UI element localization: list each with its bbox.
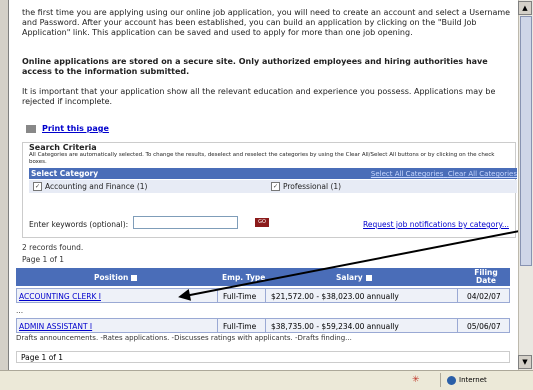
cell-divider	[457, 289, 458, 302]
security-zone: Internet	[440, 373, 531, 387]
intro-text: the first time you are applying using ou…	[22, 8, 511, 37]
go-button[interactable]: GO	[255, 218, 269, 227]
cell-divider	[265, 289, 266, 302]
position-link-admin-assistant[interactable]: ADMIN ASSISTANT I	[19, 322, 92, 331]
keyword-label: Enter keywords (optional):	[29, 220, 129, 229]
position-link-accounting-clerk[interactable]: ACCOUNTING CLERK I	[19, 292, 101, 301]
annotation-arrow-head	[176, 288, 192, 304]
page-info-top: Page 1 of 1	[22, 255, 65, 264]
zone-label: Internet	[459, 376, 487, 384]
important-text: It is important that your application sh…	[22, 87, 496, 106]
clear-all-categories-link[interactable]: Clear All Categories	[448, 170, 517, 178]
security-icon: ✳	[412, 375, 420, 385]
page-content: the first time you are applying using ou…	[22, 0, 518, 370]
category-header-title: Select Category	[31, 169, 99, 178]
row-ellipsis: ...	[16, 306, 24, 315]
print-page-link[interactable]: Print this page	[42, 124, 109, 133]
status-bar: ✳ Internet	[0, 370, 533, 390]
emp-type-cell: Full-Time	[223, 292, 257, 301]
filing-date-cell: 04/02/07	[467, 292, 501, 301]
column-position[interactable]: Position	[94, 273, 138, 282]
cell-divider	[457, 319, 458, 332]
page-info-bottom: Page 1 of 1	[16, 351, 510, 363]
printer-icon	[26, 124, 36, 133]
print-row: Print this page	[26, 124, 109, 134]
window-left-border	[0, 0, 9, 389]
search-criteria-panel: Search Criteria All Categories are autom…	[22, 142, 517, 238]
category-label-accounting: Accounting and Finance (1)	[45, 182, 148, 191]
cell-divider	[217, 289, 218, 302]
results-table-header: Position Emp. Type Salary Filing Date	[16, 268, 510, 292]
browser-window: the first time you are applying using ou…	[0, 0, 533, 390]
scroll-up-icon[interactable]: ▲	[518, 1, 532, 15]
select-all-categories-link[interactable]: Select All Categories	[371, 170, 443, 178]
table-row: ACCOUNTING CLERK I Full-Time $21,572.00 …	[16, 288, 510, 303]
column-salary[interactable]: Salary	[336, 273, 372, 282]
category-links: Select All Categories Clear All Categori…	[371, 169, 517, 179]
job-description-snippet: Drafts announcements. -Rates application…	[16, 334, 352, 342]
category-header: Select Category Select All Categories Cl…	[29, 168, 517, 179]
records-found: 2 records found.	[22, 243, 84, 252]
secure-notice: Online applications are stored on a secu…	[22, 57, 488, 76]
search-criteria-help: All Categories are automatically selecte…	[29, 152, 495, 165]
job-notification-link[interactable]: Request job notifications by category...	[363, 220, 509, 230]
filing-date-cell: 05/06/07	[467, 322, 501, 331]
keyword-input[interactable]	[133, 216, 238, 229]
sort-icon[interactable]	[131, 275, 138, 281]
salary-cell: $38,735.00 - $59,234.00 annually	[271, 322, 399, 331]
emp-type-cell: Full-Time	[223, 322, 257, 331]
internet-globe-icon	[447, 376, 456, 385]
cell-divider	[265, 319, 266, 332]
sort-icon[interactable]	[365, 275, 372, 281]
cell-divider	[217, 319, 218, 332]
table-row: ADMIN ASSISTANT I Full-Time $38,735.00 -…	[16, 318, 510, 333]
vertical-scrollbar[interactable]: ▲ ▼	[518, 0, 533, 370]
salary-cell: $21,572.00 - $38,023.00 annually	[271, 292, 399, 301]
category-row: ✓ Accounting and Finance (1) ✓ Professio…	[29, 180, 517, 193]
category-checkbox-professional[interactable]: ✓	[271, 182, 280, 191]
scroll-thumb[interactable]	[520, 16, 532, 266]
category-checkbox-accounting[interactable]: ✓	[33, 182, 42, 191]
scroll-down-icon[interactable]: ▼	[518, 355, 532, 369]
category-label-professional: Professional (1)	[283, 182, 342, 191]
